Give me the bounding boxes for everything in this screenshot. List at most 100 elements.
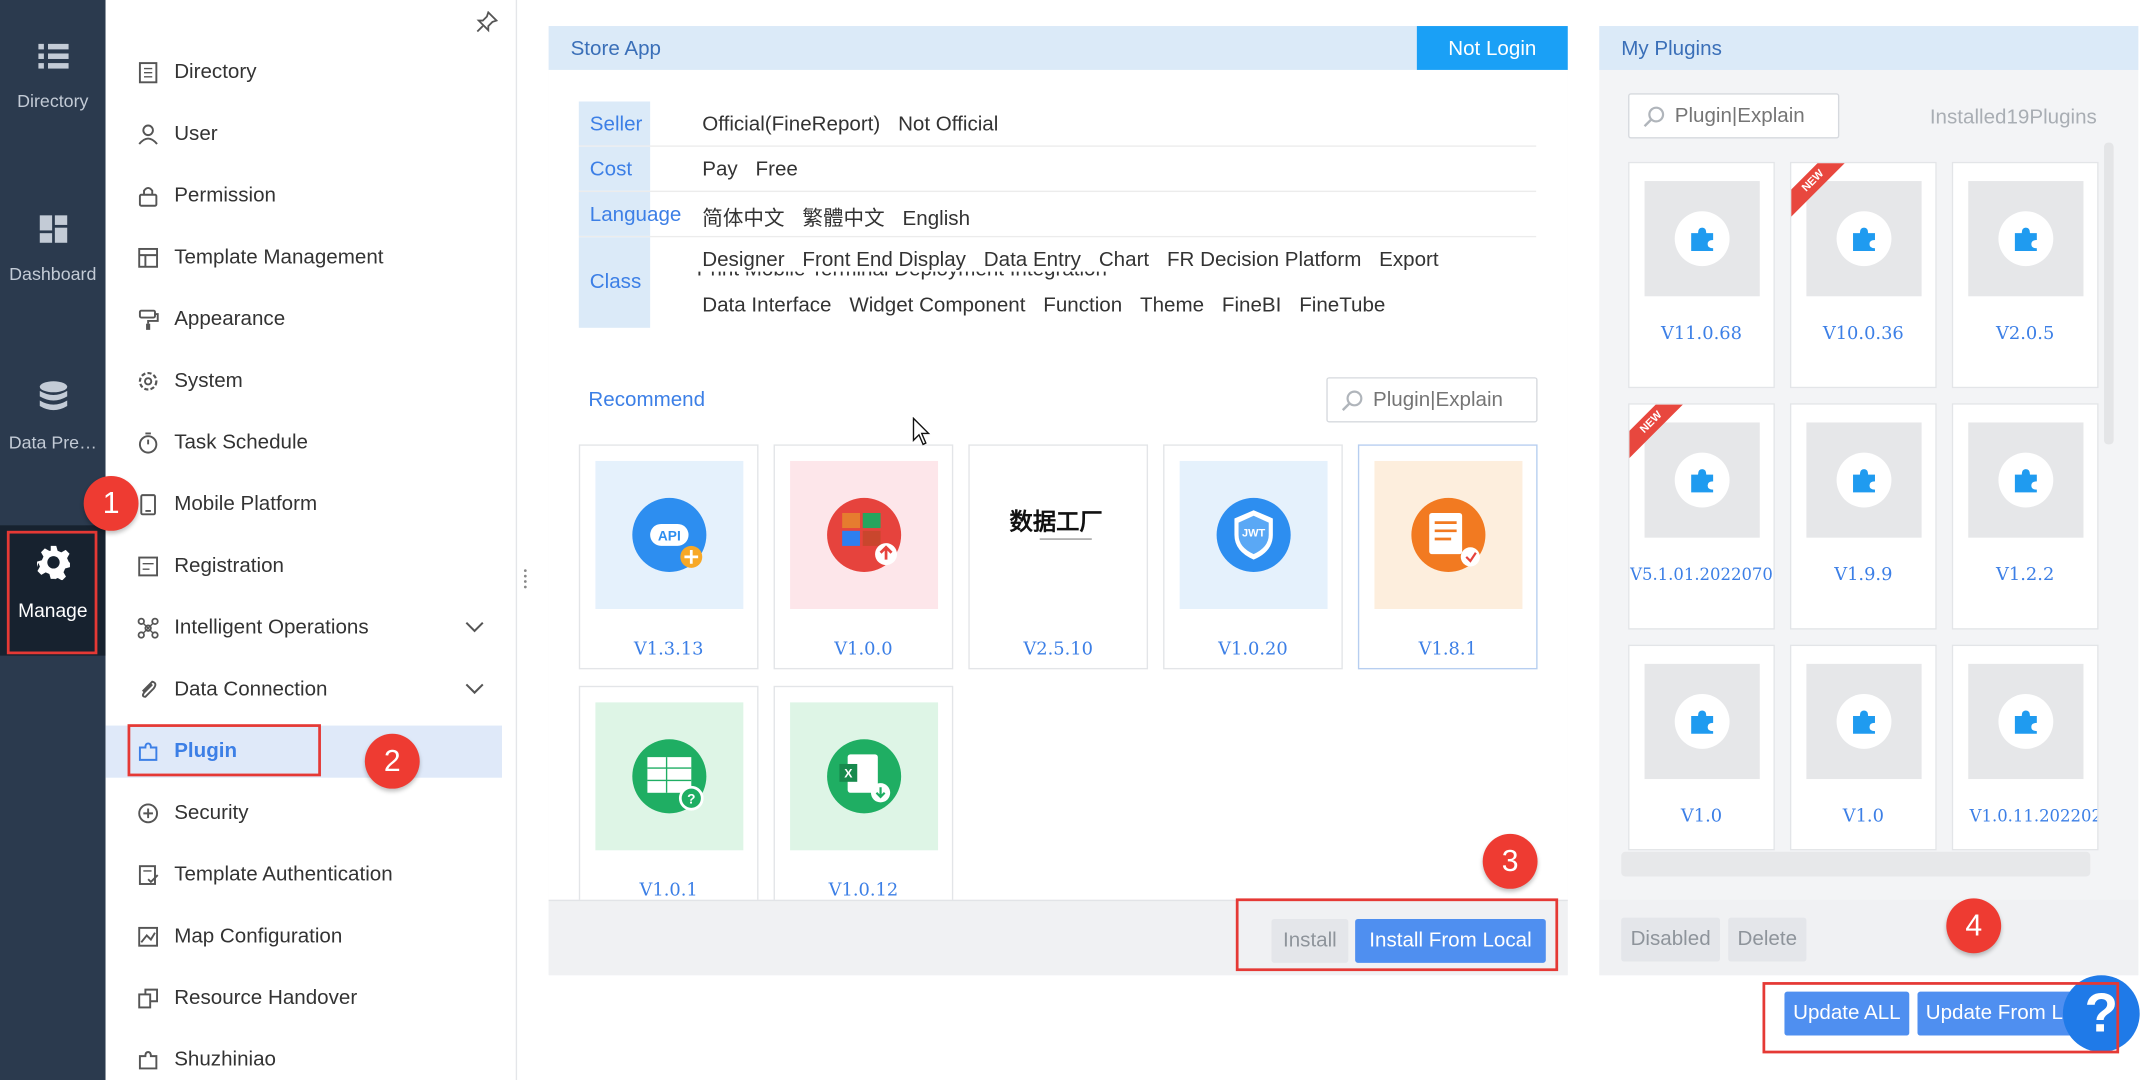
plugin-card-excel-download[interactable]: X V1.0.12 <box>773 685 954 911</box>
highlight-box-install-local <box>1235 898 1559 972</box>
plugin-version: V1.0.0 <box>834 639 893 660</box>
store-title: Store App <box>570 37 661 61</box>
sidebar-item-map-configuration[interactable]: Map Configuration <box>106 911 502 963</box>
sidebar-item-label: Task Schedule <box>174 430 309 454</box>
plugin-card-table-help[interactable]: ? V1.0.1 <box>578 685 759 911</box>
panel-splitter-handle[interactable] <box>521 568 529 590</box>
nav-directory[interactable]: Directory <box>0 41 106 178</box>
installed-plugin-card[interactable]: V11.0.68 <box>1628 161 1775 389</box>
chevron-down-icon[interactable] <box>465 620 484 634</box>
filter-option[interactable]: Function <box>1043 294 1122 317</box>
installed-plugin-card[interactable]: V1.0 <box>1628 644 1775 851</box>
gear-icon <box>138 371 158 391</box>
nav-label: Data Pre… <box>8 432 97 453</box>
filter-option[interactable]: FR Decision Platform <box>1167 248 1361 271</box>
my-plugins-panel: My Plugins Installed19Plugins V11.0.68 N… <box>1599 26 2139 976</box>
filter-option[interactable]: English <box>903 207 970 230</box>
filter-option[interactable]: Front End Display <box>802 248 966 271</box>
filter-option[interactable]: Data Interface <box>702 294 831 317</box>
store-search-input[interactable] <box>1326 377 1538 423</box>
installed-plugin-card[interactable]: V2.0.5 <box>1951 161 2099 389</box>
sidebar-item-label: Registration <box>174 554 284 578</box>
data-factory-plugin-icon: 数据工厂 <box>984 460 1133 609</box>
plugin-card-data-factory[interactable]: 数据工厂 V2.5.10 <box>968 444 1149 670</box>
sidebar-item-shuzhiniao[interactable]: Shuzhiniao <box>106 1034 502 1080</box>
installed-plugin-card[interactable]: V1.2.2 <box>1951 403 2099 630</box>
app-root: Directory Dashboard Data Pre… Manage Dir… <box>0 0 2141 1080</box>
sidebar-item-template-authentication[interactable]: Template Authentication <box>106 849 502 901</box>
plugin-version: V1.0 <box>1842 806 1884 828</box>
filter-key-language: Language <box>578 192 681 236</box>
installed-plugin-card[interactable]: V1.0.11.2022022 <box>1951 644 2099 851</box>
filter-option[interactable]: FineBI <box>1222 294 1281 317</box>
my-plugins-search-input[interactable] <box>1628 93 1840 139</box>
plugin-version: V1.0 <box>1680 806 1723 828</box>
vertical-scrollbar[interactable] <box>2104 142 2114 445</box>
filter-option[interactable]: Data Entry <box>984 248 1081 271</box>
api-plugin-icon: API <box>595 460 744 609</box>
sidebar-item-mobile-platform[interactable]: Mobile Platform <box>106 479 502 531</box>
filter-option[interactable]: Not Official <box>898 112 998 135</box>
filter-option[interactable]: Pay <box>702 158 737 181</box>
plugin-version: V1.0.20 <box>1218 639 1288 660</box>
sidebar-item-appearance[interactable]: Appearance <box>106 294 502 346</box>
filter-key-seller: Seller <box>578 101 651 146</box>
installed-plugin-card[interactable]: V1.9.9 <box>1789 403 1937 630</box>
store-app-panel: Store App Not Login Seller Official(Fine… <box>548 26 1568 976</box>
store-search-field[interactable] <box>1372 378 1538 422</box>
my-plugins-search-field[interactable] <box>1674 94 1840 138</box>
filter-option[interactable]: Official(FineReport) <box>702 112 880 135</box>
installed-plugin-card[interactable]: NEW V5.1.01.2022070 <box>1628 403 1775 630</box>
filter-option[interactable]: Designer <box>702 248 784 271</box>
plugin-card-excel-ppt[interactable]: V1.0.0 <box>773 444 954 670</box>
filter-option[interactable]: Print Mobile Terminal Deployment Integra… <box>697 272 1107 282</box>
sidebar-item-intelligent-operations[interactable]: Intelligent Operations <box>106 602 502 654</box>
filter-option[interactable]: Export <box>1379 248 1438 271</box>
puzzle-piece-icon <box>2014 227 2037 252</box>
installed-plugin-card[interactable]: V1.0 <box>1789 644 1937 851</box>
filter-option[interactable]: Chart <box>1099 248 1149 271</box>
plugin-card-report[interactable]: V1.8.1 <box>1357 444 1538 670</box>
sidebar-item-task-schedule[interactable]: Task Schedule <box>106 417 502 469</box>
filter-option[interactable]: Free <box>756 158 798 181</box>
dashboard-icon <box>39 215 67 243</box>
sidebar-item-template-management[interactable]: Template Management <box>106 232 502 284</box>
sidebar-item-user[interactable]: User <box>106 108 502 160</box>
store-body: Seller Official(FineReport) Not Official … <box>548 69 1568 911</box>
shield-plus-icon <box>138 803 159 824</box>
disabled-button[interactable]: Disabled <box>1621 917 1720 962</box>
sidebar-item-permission[interactable]: Permission <box>106 170 502 222</box>
filter-option[interactable]: FineTube <box>1299 294 1385 317</box>
plugin-card-jwt[interactable]: JWT V1.0.20 <box>1163 444 1343 670</box>
filter-option[interactable]: Theme <box>1140 294 1204 317</box>
sidebar-item-security[interactable]: Security <box>106 787 502 839</box>
nav-dashboard[interactable]: Dashboard <box>0 214 106 351</box>
nav-label: Dashboard <box>9 263 97 284</box>
sidebar-item-system[interactable]: System <box>106 355 502 407</box>
sidebar-item-directory[interactable]: Directory <box>106 47 502 99</box>
delete-button[interactable]: Delete <box>1728 917 1807 962</box>
mouse-cursor-icon <box>912 416 931 446</box>
chevron-down-icon[interactable] <box>465 682 484 696</box>
filter-values-class-line1: Designer Front End Display Data Entry Chart… <box>702 248 1456 271</box>
sidebar-item-data-connection[interactable]: Data Connection <box>106 664 502 716</box>
filter-option[interactable]: Widget Component <box>849 294 1025 317</box>
filter-option[interactable]: 繁體中文 <box>802 207 884 230</box>
filter-option[interactable]: 简体中文 <box>702 207 784 230</box>
puzzle-icon <box>1644 422 1760 538</box>
step-badge-1: 1 <box>83 475 139 531</box>
installed-plugin-card[interactable]: NEW V10.0.36 <box>1789 161 1937 389</box>
plugin-version: V1.9.9 <box>1834 565 1893 586</box>
plugin-card-api[interactable]: API V1.3.13 <box>578 444 759 670</box>
horizontal-scrollbar[interactable] <box>1621 851 2091 877</box>
map-icon <box>138 926 159 947</box>
template-icon <box>138 247 159 268</box>
search-icon <box>1341 390 1363 411</box>
svg-text:?: ? <box>687 792 695 807</box>
sidebar-item-registration[interactable]: Registration <box>106 540 502 592</box>
step-badge-2: 2 <box>364 733 420 789</box>
sidebar-item-resource-handover[interactable]: Resource Handover <box>106 972 502 1024</box>
not-login-button[interactable]: Not Login <box>1416 26 1568 70</box>
sidebar-item-label: Resource Handover <box>174 986 358 1010</box>
pin-icon[interactable] <box>476 10 498 33</box>
